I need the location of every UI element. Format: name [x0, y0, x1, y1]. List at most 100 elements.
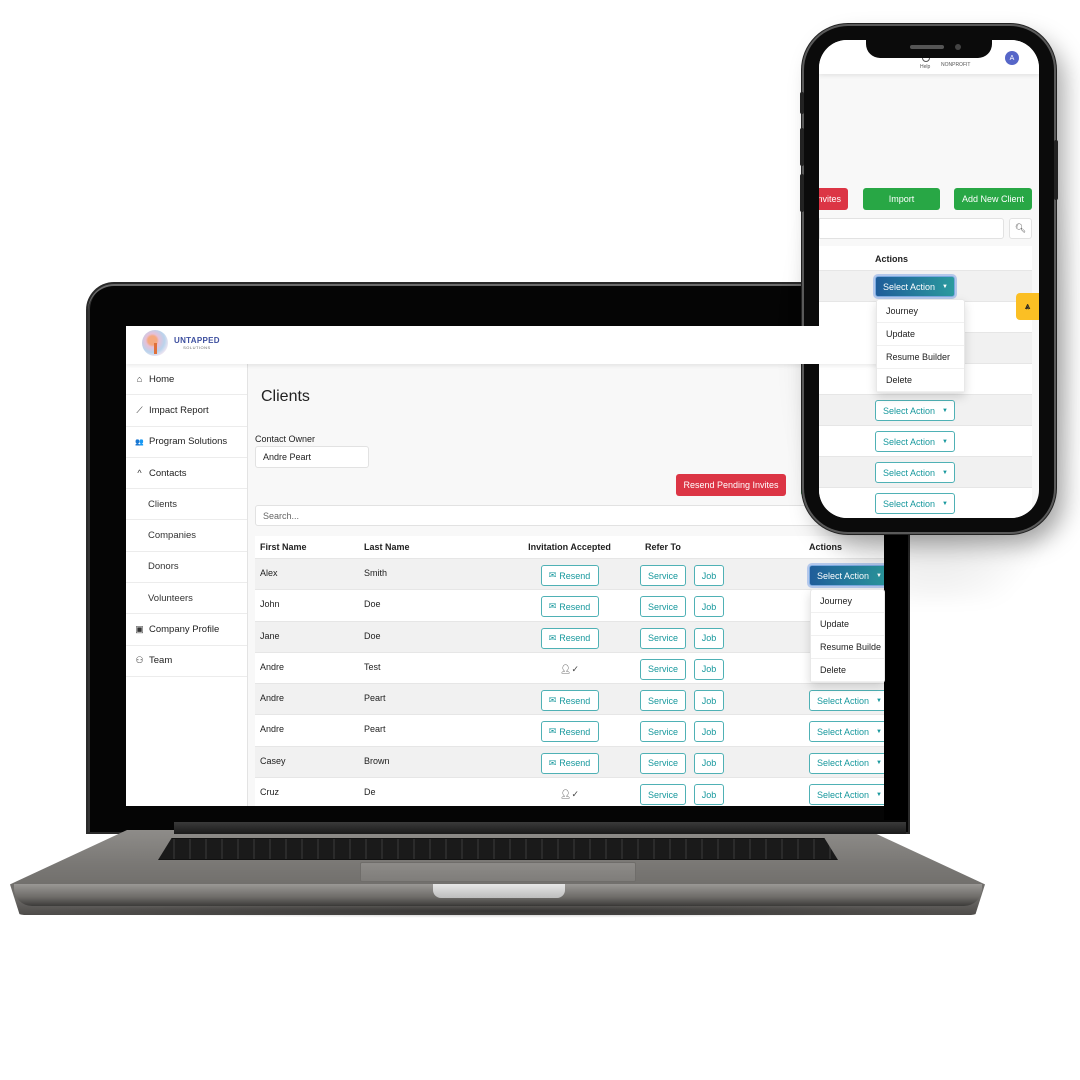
sidebar-item-impact-report[interactable]: ⟋ Impact Report [126, 395, 247, 427]
cell-last-name: Smith [364, 568, 388, 578]
cell-actions: Select Action ▼ [809, 778, 886, 806]
column-header-last-name[interactable]: Last Name [360, 542, 502, 552]
search-icon[interactable]: 🔍︎ [1009, 218, 1032, 239]
cell-last-name: Doe [364, 599, 381, 610]
resend-invite-button[interactable]: ✉︎ Resend [540, 627, 599, 649]
cell-last-name: Peart [364, 724, 386, 735]
import-button[interactable]: Import [863, 188, 940, 210]
laptop-lid-notch [433, 884, 565, 898]
refer-service-button[interactable]: Service [640, 721, 686, 743]
avatar[interactable]: A [1005, 51, 1019, 65]
cell-first-name: Alex [260, 568, 278, 578]
table-row: Select Action ▼ [819, 394, 1032, 425]
sidebar-item-volunteers[interactable]: Volunteers [126, 583, 247, 615]
select-action-button[interactable]: Select Action ▼ [875, 400, 955, 421]
refer-job-button[interactable]: Job [694, 596, 724, 618]
dropdown-item-resume-builder[interactable]: Resume Builde [811, 636, 884, 659]
refer-service-button[interactable]: Service [640, 658, 686, 680]
select-action-button[interactable]: Select Action ▼ [809, 752, 886, 774]
cell-invitation: ✉︎ Resend [502, 715, 637, 743]
dropdown-item-journey[interactable]: Journey [877, 300, 964, 323]
sidebar-item-team[interactable]: ⚇ Team [126, 646, 247, 677]
laptop-hinge [174, 822, 906, 834]
scroll-top-fab-icon[interactable]: ⩓ [1016, 293, 1039, 320]
refer-service-button[interactable]: Service [640, 596, 686, 618]
refer-job-button[interactable]: Job [694, 784, 724, 806]
caret-down-icon: ▼ [942, 407, 948, 414]
select-action-button[interactable]: Select Action ▼ [809, 721, 886, 743]
sidebar-item-companies[interactable]: Companies [126, 520, 247, 552]
table-row: Casey Brown ✉︎ Resend Service Job Select Actio… [255, 745, 886, 778]
sidebar-item-program-solutions[interactable]: 👥 Program Solutions [126, 427, 247, 458]
resend-invite-button[interactable]: ✉︎ Resend [540, 596, 599, 618]
sidebar-item-label: Companies [148, 530, 197, 542]
refer-service-button[interactable]: Service [640, 752, 686, 774]
resend-pending-invites-button[interactable]: nvites [819, 188, 848, 210]
select-action-button[interactable]: Select Action ▼ [875, 431, 955, 452]
select-action-button[interactable]: Select Action ▼ [875, 493, 955, 514]
brand-name: UNTAPPED [174, 335, 220, 345]
dropdown-item-delete[interactable]: Delete [811, 659, 884, 682]
add-new-client-button[interactable]: Add New Client [954, 188, 1032, 210]
column-header-first-name[interactable]: First Name [255, 542, 360, 552]
sidebar-item-donors[interactable]: Donors [126, 552, 247, 584]
org-type-label: NONPROFIT [941, 62, 971, 68]
refer-service-button[interactable]: Service [640, 690, 686, 712]
sidebar-item-company-profile[interactable]: ▣ Company Profile [126, 614, 247, 646]
cell-last-name: Brown [364, 755, 390, 766]
column-header-actions[interactable]: Actions [875, 254, 908, 264]
resend-label: Resend [559, 695, 591, 706]
search-input[interactable] [819, 218, 1004, 239]
refer-service-button[interactable]: Service [640, 784, 686, 806]
select-action-label: Select Action [883, 467, 936, 478]
select-action-label: Select Action [817, 726, 870, 737]
cell-first-name: Jane [260, 630, 280, 641]
table-row: Select Action ▼ [819, 270, 1032, 301]
refer-job-button[interactable]: Job [694, 565, 724, 586]
sidebar-item-label: Home [149, 373, 175, 385]
sidebar-item-clients[interactable]: Clients [126, 489, 247, 521]
refer-job-button[interactable]: Job [694, 627, 724, 649]
resend-invite-button[interactable]: ✉︎ Resend [540, 752, 599, 774]
refer-service-button[interactable]: Service [640, 627, 686, 649]
cell-actions: Select Action ▼ [809, 684, 886, 712]
column-header-invitation-accepted[interactable]: Invitation Accepted [502, 542, 637, 552]
brand-logo[interactable]: UNTAPPED SOLUTIONS [142, 330, 220, 356]
dropdown-item-resume-builder[interactable]: Resume Builder [877, 346, 964, 369]
refer-service-button[interactable]: Service [640, 565, 686, 586]
refer-job-button[interactable]: Job [694, 690, 724, 712]
contact-owner-select[interactable]: Andre Peart [255, 446, 369, 468]
laptop-shadow [20, 904, 980, 918]
brand-tagline: SOLUTIONS [183, 344, 211, 350]
refer-job-button[interactable]: Job [694, 658, 724, 680]
dropdown-item-update[interactable]: Update [877, 323, 964, 346]
cell-invitation: ✉︎ Resend [502, 684, 637, 712]
table-row: Jane Doe ✉︎ Resend Service Job [255, 620, 886, 652]
resend-invite-button[interactable]: ✉︎ Resend [540, 690, 599, 712]
select-action-button[interactable]: Select Action ▼ [809, 784, 886, 806]
resend-invite-button[interactable]: ✉︎ Resend [540, 565, 599, 586]
sidebar-item-label: Impact Report [149, 404, 209, 416]
sidebar-item-label: Donors [148, 561, 179, 573]
envelope-icon: ✉︎ [548, 570, 557, 580]
chevron-up-icon: ^ [137, 468, 142, 479]
refer-job-button[interactable]: Job [694, 721, 724, 743]
dropdown-item-journey[interactable]: Journey [811, 590, 884, 613]
select-action-button[interactable]: Select Action ▼ [809, 690, 886, 712]
user-check-icon: 👤︎✓ [560, 663, 579, 674]
dropdown-item-delete[interactable]: Delete [877, 369, 964, 392]
cell-refer-to: Service Job [637, 684, 809, 712]
select-action-button[interactable]: Select Action ▼ [875, 462, 955, 483]
sidebar-item-home[interactable]: ⌂ Home [126, 364, 247, 396]
refer-job-button[interactable]: Job [694, 752, 724, 774]
cell-first-name: John [260, 599, 280, 610]
dropdown-item-update[interactable]: Update [811, 613, 884, 636]
phone-screen: Help NONPROFIT A nvites Import Add New C… [819, 40, 1039, 518]
select-action-button[interactable]: Select Action ▼ [875, 276, 955, 297]
resend-label: Resend [559, 633, 591, 644]
help-label[interactable]: Help [920, 64, 930, 70]
envelope-icon: ✉︎ [548, 726, 557, 737]
resend-invite-button[interactable]: ✉︎ Resend [540, 721, 599, 743]
sidebar-item-contacts[interactable]: ^ Contacts [126, 458, 247, 490]
cell-invitation: 👤︎✓ [502, 653, 637, 675]
